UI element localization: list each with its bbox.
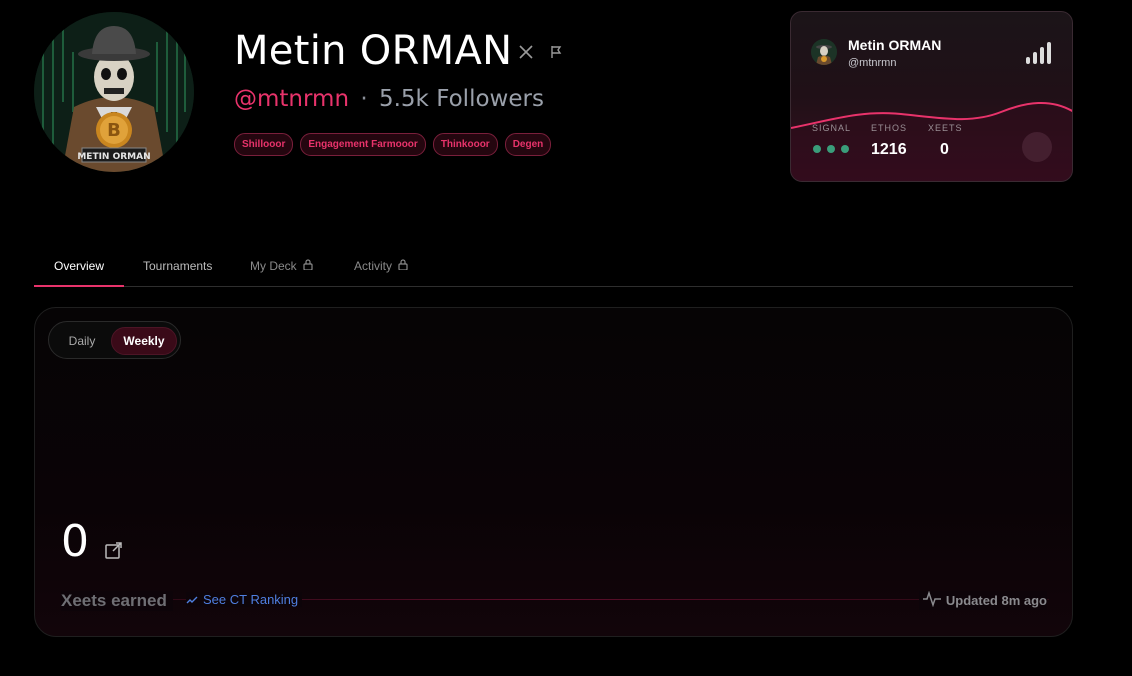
- signal-dot: [827, 145, 835, 153]
- followers-count: 5.5k Followers: [378, 86, 544, 112]
- tab-overview[interactable]: Overview: [54, 259, 104, 273]
- ethos-value: 1216: [871, 141, 907, 158]
- card-handle: @mtnrmn: [848, 57, 897, 69]
- signal-dot: [841, 145, 849, 153]
- toggle-daily[interactable]: Daily: [54, 327, 110, 355]
- ct-link-label: See CT Ranking: [203, 592, 299, 607]
- signal-dot: [813, 145, 821, 153]
- tab-activity[interactable]: Activity: [354, 259, 408, 273]
- active-tab-indicator: [34, 285, 124, 287]
- tab-my-deck[interactable]: My Deck: [250, 259, 313, 273]
- signal-bars-icon: [1026, 42, 1052, 69]
- xeets-earned-label: Xeets earned: [61, 591, 173, 611]
- separator: ·: [360, 86, 368, 112]
- xeets-panel: Daily Weekly 0 Xeets earned See CT Ranki…: [34, 307, 1073, 637]
- xeets-value: 0: [61, 516, 89, 567]
- xeets-value: 0: [940, 141, 949, 158]
- handle-followers-line: @mtnrmn · 5.5k Followers: [234, 86, 544, 112]
- see-ct-ranking-link[interactable]: See CT Ranking: [186, 592, 303, 607]
- signal-label: SIGNAL: [812, 123, 852, 133]
- lock-icon: [398, 259, 408, 273]
- card-avatar: [811, 39, 837, 65]
- tab-label: Overview: [54, 259, 105, 273]
- profile-name: Metin ORMAN: [234, 28, 513, 74]
- toggle-weekly[interactable]: Weekly: [111, 327, 177, 355]
- tab-tournaments[interactable]: Tournaments: [143, 259, 212, 273]
- tab-label: Tournaments: [143, 259, 213, 273]
- card-name: Metin ORMAN: [848, 37, 942, 53]
- profile-card[interactable]: Metin ORMAN @mtnrmn SIGNAL ETHOS XEETS 1…: [790, 11, 1073, 182]
- tab-label: Activity: [354, 259, 393, 273]
- updated-status: Updated 8m ago: [918, 590, 1047, 610]
- tag-shillooor[interactable]: Shillooor: [234, 133, 294, 156]
- x-logo-icon[interactable]: [518, 44, 534, 60]
- lock-icon: [303, 259, 313, 273]
- profile-handle[interactable]: @mtnrmn: [234, 86, 349, 112]
- signal-dots: [813, 145, 849, 153]
- tab-label: My Deck: [250, 259, 297, 273]
- svg-text:B: B: [107, 120, 121, 141]
- flag-icon[interactable]: [548, 44, 564, 60]
- profile-avatar: B METIN ORMAN: [34, 12, 194, 172]
- updated-text: Updated 8m ago: [945, 593, 1047, 608]
- trending-icon: [186, 592, 198, 607]
- period-toggle: Daily Weekly: [48, 321, 181, 359]
- card-logo-icon: [1022, 132, 1052, 162]
- tag-thinkooor[interactable]: Thinkooor: [432, 133, 498, 156]
- activity-pulse-icon: [922, 590, 941, 610]
- ethos-label: ETHOS: [871, 123, 908, 133]
- profile-tags: Shillooor Engagement Farmooor Thinkooor …: [234, 133, 552, 156]
- tag-engagement-farmooor[interactable]: Engagement Farmooor: [300, 133, 426, 156]
- xeets-label: XEETS: [928, 123, 963, 133]
- external-link-icon[interactable]: [105, 541, 123, 564]
- profile-tabs: Overview Tournaments My Deck Activity: [34, 246, 1073, 287]
- avatar-caption: METIN ORMAN: [77, 152, 150, 162]
- tag-degen[interactable]: Degen: [504, 133, 552, 156]
